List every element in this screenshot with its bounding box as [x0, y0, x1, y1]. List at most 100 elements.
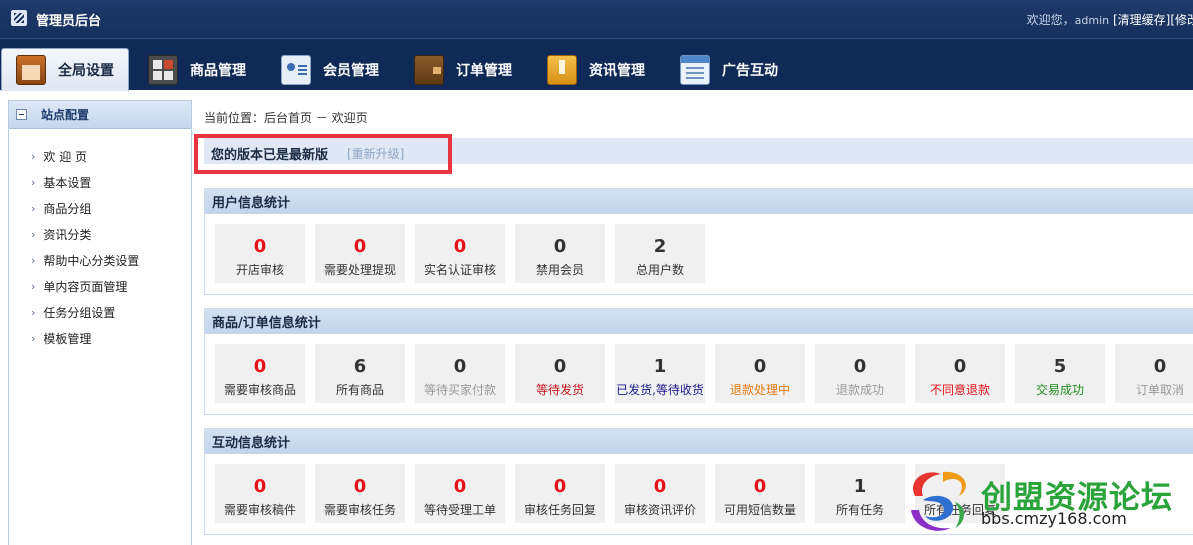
home-icon: [16, 55, 46, 85]
chevron-right-icon: ›: [31, 331, 36, 345]
tab-members[interactable]: 会员管理: [281, 48, 379, 91]
stat-label: 审核资讯评价: [623, 503, 696, 517]
chevron-right-icon: ›: [31, 305, 36, 319]
chevron-right-icon: ›: [31, 175, 36, 189]
stat-refund-refused[interactable]: 0 不同意退款: [915, 344, 1005, 403]
sidebar-title: 站点配置: [41, 108, 90, 122]
stat-value: 0: [753, 476, 767, 497]
tab-label: 资讯管理: [589, 62, 645, 79]
collapse-icon[interactable]: [16, 109, 27, 120]
section-body: 0 需要审核商品 6 所有商品 0 等待买家付款 0 等待发货 1 已发货,等待收货 0 退…: [205, 334, 1193, 414]
stat-news-comment-review[interactable]: 0 审核资讯评价: [615, 464, 705, 523]
stat-all-goods[interactable]: 6 所有商品: [315, 344, 405, 403]
grid-icon: [148, 54, 178, 85]
section-body: 0 开店审核 0 需要处理提现 0 实名认证审核 0 禁用会员 2 总用户数: [205, 214, 1193, 294]
sidebar-item-task-groups[interactable]: › 任务分组设置: [9, 299, 191, 325]
welcome-text: 欢迎您，: [1026, 13, 1075, 27]
sidebar-item-single-pages[interactable]: › 单内容页面管理: [9, 273, 191, 299]
stat-sms-count[interactable]: 0 可用短信数量: [715, 464, 805, 523]
stat-task-reply-review[interactable]: 0 审核任务回复: [515, 464, 605, 523]
stat-manuscript-review[interactable]: 0 需要审核稿件: [215, 464, 305, 523]
tab-label: 商品管理: [190, 62, 246, 79]
stat-value: 5: [1053, 356, 1067, 377]
chevron-right-icon: ›: [31, 253, 36, 267]
sidebar-item-welcome[interactable]: › 欢 迎 页: [9, 143, 191, 169]
sidebar-item-goods-groups[interactable]: › 商品分组: [9, 195, 191, 221]
stat-value: 2: [653, 236, 667, 257]
member-card-icon: [281, 54, 311, 85]
admin-logo-icon: [11, 10, 27, 26]
stat-label: 需要审核商品: [223, 383, 296, 397]
stat-label: 交易成功: [1035, 383, 1084, 397]
stat-label: 等待受理工单: [423, 503, 496, 517]
stat-value: 0: [553, 356, 567, 377]
stat-label: 总用户数: [635, 263, 684, 277]
stat-value: 1: [853, 476, 867, 497]
stat-value: 0: [253, 476, 267, 497]
stat-label: 所有任务: [835, 503, 884, 517]
news-icon: [547, 54, 577, 85]
stat-trade-success[interactable]: 5 交易成功: [1015, 344, 1105, 403]
stat-task-review[interactable]: 0 需要审核任务: [315, 464, 405, 523]
sidebar-item-help-categories[interactable]: › 帮助中心分类设置: [9, 247, 191, 273]
stat-value: 1: [653, 356, 667, 377]
stat-goods-review[interactable]: 0 需要审核商品: [215, 344, 305, 403]
main-nav: 全局设置 商品管理 会员管理 订单管理 资讯管理 广告互动: [0, 38, 1193, 91]
clear-cache-link[interactable]: [清理缓存]: [1113, 13, 1170, 27]
chevron-right-icon: ›: [31, 149, 36, 163]
sidebar-item-templates[interactable]: › 模板管理: [9, 325, 191, 351]
tab-label: 广告互动: [722, 62, 778, 79]
stat-value: 0: [1153, 356, 1167, 377]
stat-value: 0: [453, 356, 467, 377]
stat-await-payment[interactable]: 0 等待买家付款: [415, 344, 505, 403]
stat-value: 6: [353, 356, 367, 377]
tab-label: 全局设置: [58, 63, 114, 79]
stat-value: 0: [753, 356, 767, 377]
stat-shop-review[interactable]: 0 开店审核: [215, 224, 305, 283]
stat-label: 已发货,等待收货: [616, 383, 704, 397]
watermark-url: bbs.cmzy168.com: [981, 509, 1127, 528]
modify-link[interactable]: [修改: [1170, 13, 1193, 27]
stat-label: 订单取消: [1135, 383, 1184, 397]
stat-total-users[interactable]: 2 总用户数: [615, 224, 705, 283]
top-user-area: 欢迎您，admin [清理缓存][修改: [1027, 11, 1193, 28]
stat-shipped[interactable]: 1 已发货,等待收货: [615, 344, 705, 403]
stat-label: 所有商品: [335, 383, 384, 397]
sidebar-item-news-categories[interactable]: › 资讯分类: [9, 221, 191, 247]
stat-value: 0: [253, 356, 267, 377]
stat-label: 审核任务回复: [523, 503, 596, 517]
sidebar-item-basic-settings[interactable]: › 基本设置: [9, 169, 191, 195]
breadcrumb: 当前位置：后台首页 － 欢迎页: [204, 111, 368, 125]
user-stats-section: 用户信息统计 0 开店审核 0 需要处理提现 0 实名认证审核 0 禁用会员 2 总用户数: [204, 188, 1193, 295]
tab-label: 订单管理: [456, 62, 512, 79]
stat-ticket-pending[interactable]: 0 等待受理工单: [415, 464, 505, 523]
stat-value: 0: [853, 356, 867, 377]
stat-value: 0: [553, 236, 567, 257]
stat-await-ship[interactable]: 0 等待发货: [515, 344, 605, 403]
chevron-right-icon: ›: [31, 227, 36, 241]
stat-label: 实名认证审核: [423, 263, 496, 277]
stat-label: 等待买家付款: [423, 383, 496, 397]
stat-withdraw[interactable]: 0 需要处理提现: [315, 224, 405, 283]
stat-refunding[interactable]: 0 退款处理中: [715, 344, 805, 403]
chevron-right-icon: ›: [31, 201, 36, 215]
stat-value: 0: [653, 476, 667, 497]
username: admin: [1074, 14, 1110, 27]
top-bar: 管理员后台 欢迎您，admin [清理缓存][修改: [0, 0, 1193, 38]
stat-label: 退款处理中: [729, 383, 790, 397]
stat-order-cancel[interactable]: 0 订单取消: [1115, 344, 1193, 403]
stat-refund-success[interactable]: 0 退款成功: [815, 344, 905, 403]
tab-news[interactable]: 资讯管理: [547, 48, 645, 91]
section-title: 互动信息统计: [205, 429, 1193, 454]
stat-realname[interactable]: 0 实名认证审核: [415, 224, 505, 283]
stat-label: 需要审核稿件: [223, 503, 296, 517]
stat-all-tasks[interactable]: 1 所有任务: [815, 464, 905, 523]
tab-ads[interactable]: 广告互动: [680, 48, 778, 91]
stat-banned[interactable]: 0 禁用会员: [515, 224, 605, 283]
tab-orders[interactable]: 订单管理: [414, 48, 512, 91]
stat-label: 等待发货: [535, 383, 584, 397]
sidebar-header[interactable]: 站点配置: [9, 101, 191, 129]
tab-global-settings[interactable]: 全局设置: [1, 48, 129, 91]
tab-goods[interactable]: 商品管理: [148, 48, 246, 91]
highlight-frame: [194, 134, 452, 174]
